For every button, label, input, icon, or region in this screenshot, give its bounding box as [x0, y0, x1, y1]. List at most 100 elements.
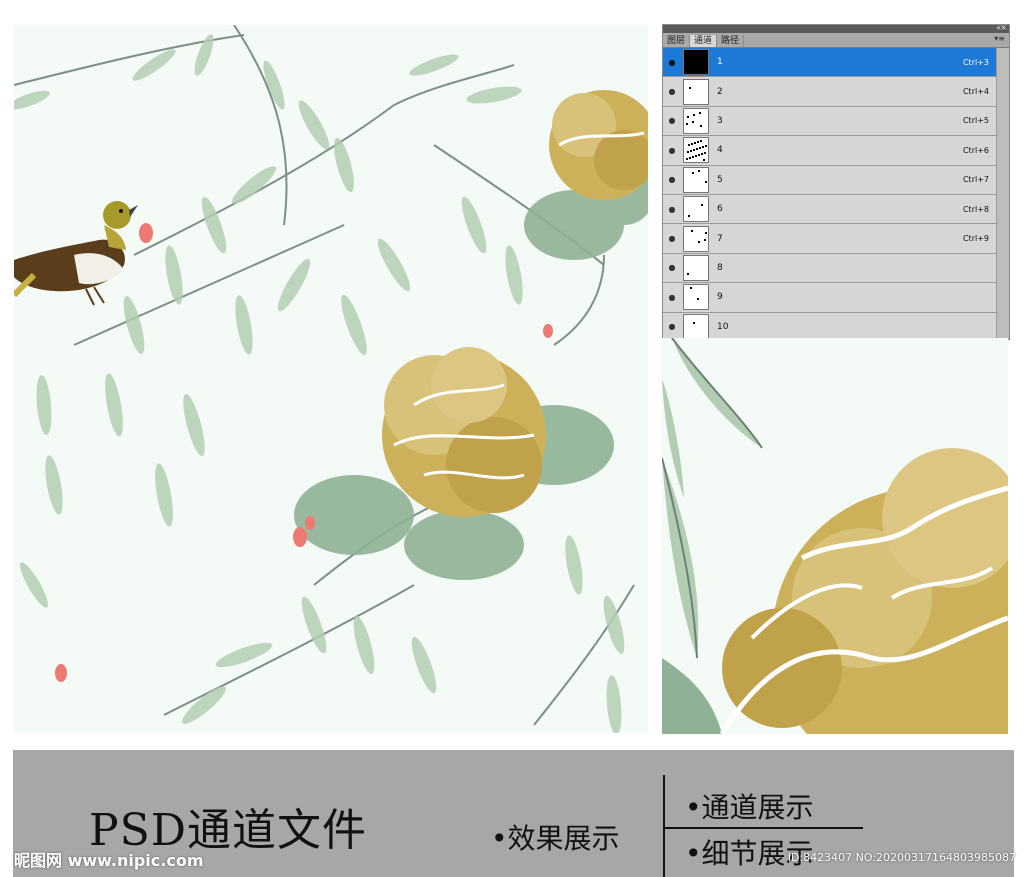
thumbnail-speck — [688, 215, 690, 218]
divider-vertical — [663, 775, 665, 877]
channel-row[interactable]: ● 1 Ctrl+3 — [663, 48, 997, 78]
channel-row[interactable]: ● 5 Ctrl+7 — [663, 165, 997, 195]
thumbnail-speck — [697, 298, 699, 301]
visibility-eye-icon[interactable]: ● — [663, 234, 681, 243]
thumbnail-speck — [699, 111, 701, 114]
channel-row[interactable]: ● 3 Ctrl+5 — [663, 106, 997, 137]
thumbnail-speck — [703, 159, 705, 162]
channel-name: 3 — [717, 115, 723, 126]
channel-shortcut: Ctrl+5 — [962, 116, 989, 126]
channel-thumbnail — [683, 49, 709, 76]
channel-shortcut: Ctrl+4 — [962, 87, 989, 97]
channel-row[interactable]: ● 2 Ctrl+4 — [663, 77, 997, 107]
channel-label: •通道展示 — [685, 791, 814, 824]
thumbnail-speck — [699, 147, 701, 150]
channel-name: 4 — [717, 145, 723, 156]
thumbnail-speck — [694, 142, 696, 145]
channel-thumbnail — [683, 137, 709, 164]
visibility-eye-icon[interactable]: ● — [663, 293, 681, 302]
channel-name: 9 — [717, 292, 723, 303]
thumbnail-speck — [704, 152, 706, 155]
channel-shortcut: Ctrl+8 — [962, 204, 989, 214]
thumbnail-speck — [692, 156, 694, 159]
channel-name: 8 — [717, 262, 723, 273]
channel-row[interactable]: ● 7 Ctrl+9 — [663, 224, 997, 254]
channel-thumbnail — [683, 284, 709, 311]
artwork-preview — [14, 25, 648, 733]
channel-name: 6 — [717, 204, 723, 215]
channels-panel: « × 图层 通道 路径 ▾≡ ● 1 Ctrl+3 ● 2 Ctrl+4 ● 3 Ctrl+5… — [662, 24, 1010, 340]
channel-name: 1 — [717, 57, 723, 68]
tab-layers[interactable]: 图层 — [663, 35, 691, 47]
thumbnail-speck — [701, 204, 703, 207]
thumbnail-speck — [690, 287, 692, 290]
tab-channels[interactable]: 通道 — [690, 35, 718, 47]
visibility-eye-icon[interactable]: ● — [663, 116, 681, 125]
artwork-illustration — [14, 25, 648, 733]
watermark-id: ID:8423407 NO:20200317164803985087 — [787, 851, 1016, 864]
panel-tabs: 图层 通道 路径 ▾≡ — [663, 33, 1009, 48]
channel-thumbnail — [683, 107, 709, 134]
panel-menu-icon[interactable]: ▾≡ — [994, 34, 1005, 43]
channel-name: 7 — [717, 233, 723, 244]
channel-thumbnail — [683, 78, 709, 105]
channel-list: ● 1 Ctrl+3 ● 2 Ctrl+4 ● 3 Ctrl+5 ● 4 Ctrl+6 ● 5 Ctrl+7… — [663, 48, 1009, 339]
channel-thumbnail — [683, 313, 709, 339]
thumbnail-speck — [693, 321, 695, 324]
channel-row[interactable]: ● 10 — [663, 312, 997, 339]
channel-row[interactable]: ● 9 — [663, 283, 997, 313]
thumbnail-speck — [693, 149, 695, 152]
channel-row[interactable]: ● 4 Ctrl+6 — [663, 136, 997, 166]
thumbnail-speck — [686, 158, 688, 161]
thumbnail-speck — [704, 238, 706, 241]
thumbnail-speck — [698, 240, 700, 243]
thumbnail-speck — [686, 122, 688, 125]
channel-row[interactable]: ● 8 — [663, 253, 997, 284]
thumbnail-speck — [698, 169, 700, 172]
visibility-eye-icon[interactable]: ● — [663, 205, 681, 214]
visibility-eye-icon[interactable]: ● — [663, 322, 681, 331]
visibility-eye-icon[interactable]: ● — [663, 175, 681, 184]
channel-name: 5 — [717, 174, 723, 185]
channel-thumbnail — [683, 166, 709, 193]
thumbnail-speck — [705, 231, 707, 234]
effect-label: •效果展示 — [491, 822, 620, 855]
thumbnail-speck — [691, 143, 693, 146]
divider-horizontal — [665, 827, 863, 829]
visibility-eye-icon[interactable]: ● — [663, 87, 681, 96]
channel-row[interactable]: ● 6 Ctrl+8 — [663, 194, 997, 225]
thumbnail-speck — [687, 151, 689, 154]
thumbnail-speck — [689, 157, 691, 160]
thumbnail-speck — [705, 145, 707, 148]
tab-paths[interactable]: 路径 — [717, 35, 745, 47]
detail-illustration — [662, 338, 1008, 734]
visibility-eye-icon[interactable]: ● — [663, 58, 681, 67]
thumbnail-speck — [702, 146, 704, 149]
channel-shortcut: Ctrl+6 — [962, 145, 989, 155]
thumbnail-speck — [692, 171, 694, 174]
thumbnail-speck — [688, 144, 690, 147]
detail-preview — [662, 338, 1008, 734]
channel-thumbnail — [683, 254, 709, 281]
channel-shortcut: Ctrl+3 — [962, 57, 989, 67]
panel-scrollbar[interactable] — [996, 48, 1009, 339]
channel-shortcut: Ctrl+7 — [962, 175, 989, 185]
panel-title-bar: « × — [663, 25, 1009, 33]
thumbnail-speck — [696, 148, 698, 151]
thumbnail-speck — [701, 153, 703, 156]
thumbnail-speck — [690, 150, 692, 153]
thumbnail-speck — [700, 140, 702, 143]
channel-name: 2 — [717, 86, 723, 97]
thumbnail-speck — [705, 180, 707, 183]
channel-shortcut: Ctrl+9 — [962, 234, 989, 244]
thumbnail-speck — [698, 154, 700, 157]
visibility-eye-icon[interactable]: ● — [663, 263, 681, 272]
visibility-eye-icon[interactable]: ● — [663, 146, 681, 155]
thumbnail-speck — [695, 155, 697, 158]
thumbnail-speck — [689, 86, 691, 89]
thumbnail-speck — [687, 272, 689, 275]
channel-thumbnail — [683, 196, 709, 223]
thumbnail-speck — [692, 120, 694, 123]
watermark-logo: 昵图网 www.nipic.com — [14, 851, 204, 870]
thumbnail-speck — [697, 141, 699, 144]
